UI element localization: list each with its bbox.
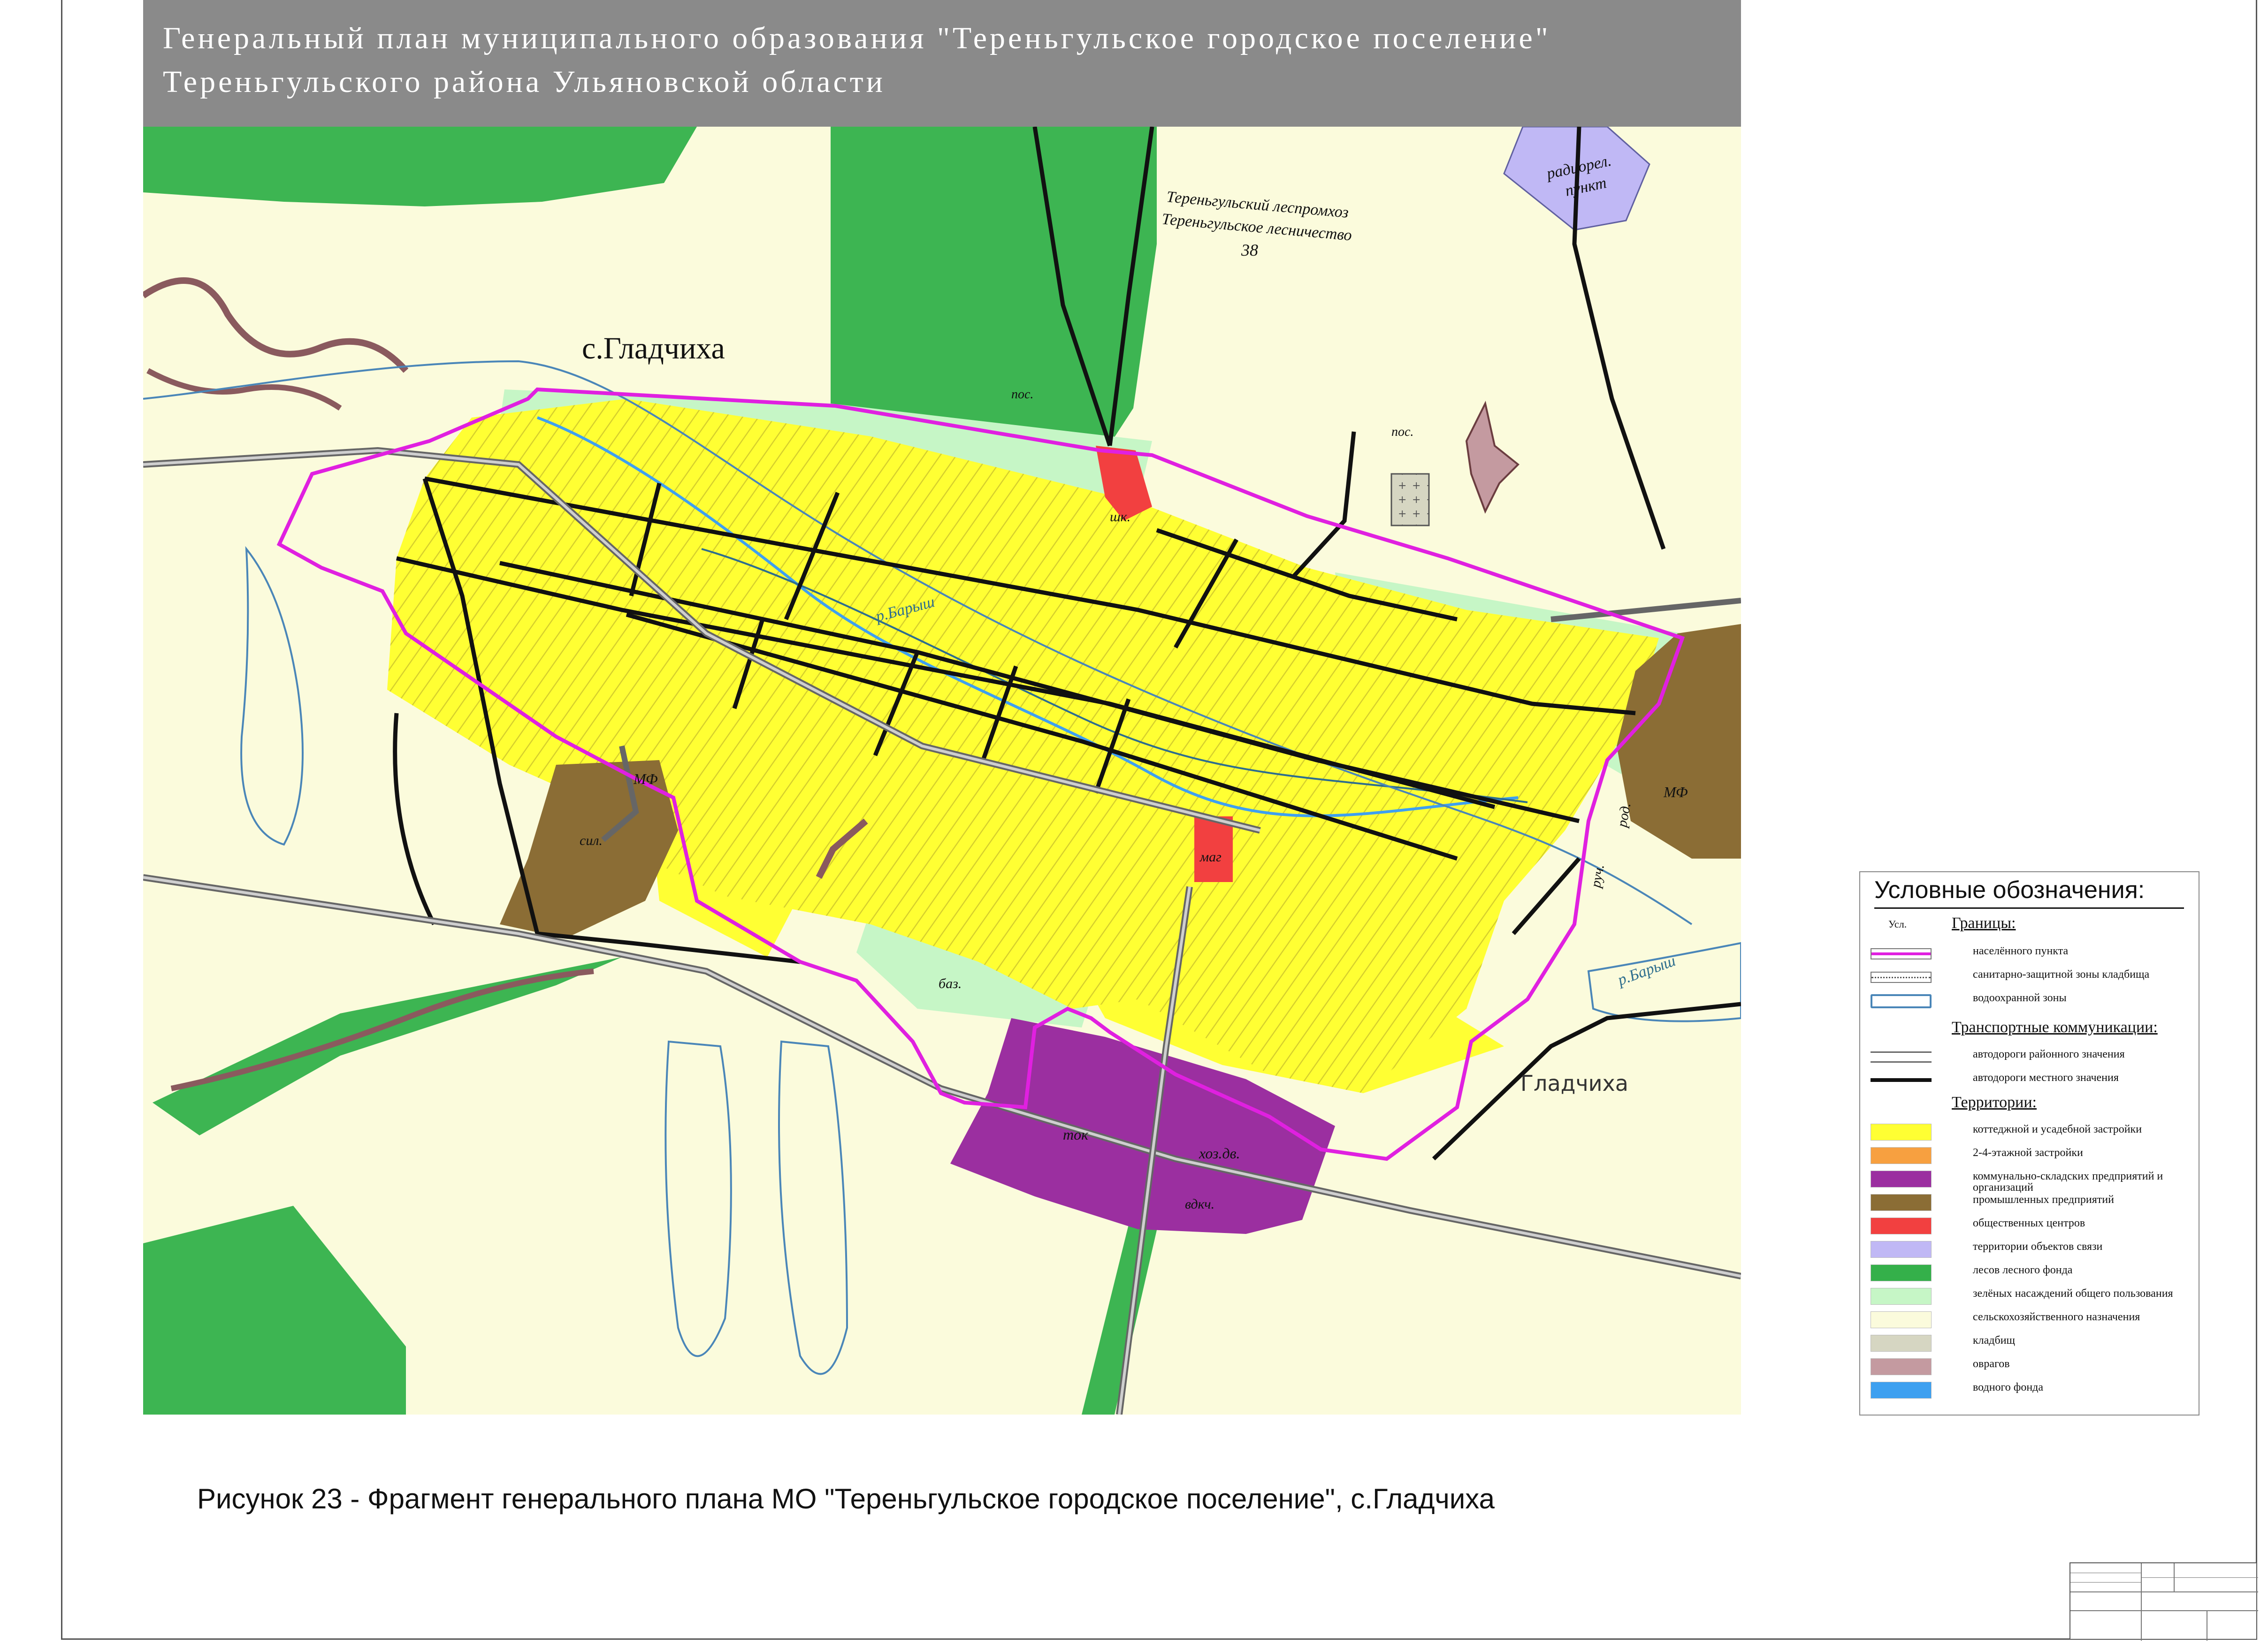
- legend-item: автодороги местного значения: [1860, 1069, 2198, 1090]
- legend-swatch: [1871, 1051, 1932, 1063]
- legend-swatch: [1871, 972, 1932, 983]
- legend-label: населённого пункта: [1973, 945, 2069, 957]
- legend-item: промышленных предприятий: [1860, 1191, 2198, 1212]
- forest-area: [143, 127, 697, 206]
- legend-item: оврагов: [1860, 1355, 2198, 1376]
- legend-swatch: [1871, 1147, 1932, 1164]
- legend-label: коммунально-складских предприятий и орга…: [1973, 1170, 2163, 1194]
- legend-label: водоохранной зоны: [1973, 992, 2067, 1004]
- legend-label: зелёных насаждений общего пользования: [1973, 1287, 2173, 1300]
- figure-caption: Рисунок 23 - Фрагмент генерального плана…: [197, 1483, 1495, 1515]
- village-map-label: Гладчиха: [1520, 1071, 1628, 1096]
- legend-label: территории объектов связи: [1973, 1241, 2103, 1253]
- ravine: [143, 277, 409, 373]
- legend-section-territories: Территории:: [1952, 1094, 2037, 1111]
- legend-section-transport: Транспортные коммуникации:: [1952, 1019, 2158, 1036]
- map-legend: Условные обозначения: Усл. Границы: насе…: [1859, 871, 2199, 1416]
- shop-label: маг: [1200, 849, 1222, 865]
- legend-label: автодороги местного значения: [1973, 1072, 2119, 1084]
- legend-label: коттеджной и усадебной застройки: [1973, 1123, 2142, 1135]
- legend-label: промышленных предприятий: [1973, 1194, 2114, 1206]
- title-line-2: Тереньгульского района Ульяновской облас…: [163, 65, 886, 99]
- legend-swatch: [1871, 1194, 1932, 1211]
- legend-label: лесов лесного фонда: [1973, 1264, 2073, 1276]
- legend-swatch: [1871, 948, 1932, 959]
- legend-item: лесов лесного фонда: [1860, 1262, 2198, 1282]
- legend-swatch: [1871, 1382, 1932, 1399]
- legend-item: водоохранной зоны: [1860, 989, 2198, 1010]
- title-bar: Генеральный план муниципального образова…: [143, 0, 1741, 127]
- legend-label: автодороги районного значения: [1973, 1048, 2125, 1060]
- legend-label: сельскохозяйственного назначения: [1973, 1311, 2140, 1323]
- settlement-label: пос.: [1011, 387, 1034, 402]
- legend-label: санитарно-защитной зоны кладбища: [1973, 968, 2150, 981]
- water-protection-zone: [778, 1040, 848, 1375]
- legend-label: общественных центров: [1973, 1217, 2085, 1229]
- legend-item: водного фонда: [1860, 1379, 2198, 1400]
- forest-number-label: 38: [1241, 241, 1258, 259]
- legend-item: территории объектов связи: [1860, 1238, 2198, 1259]
- village-title-label: с.Гладчиха: [582, 331, 725, 365]
- legend-item: 2-4-этажной застройки: [1860, 1144, 2198, 1165]
- legend-swatch: [1871, 1311, 1932, 1328]
- legend-item: кладбищ: [1860, 1332, 2198, 1353]
- forest-area: [143, 1206, 406, 1415]
- map-canvas: +: [143, 127, 1741, 1415]
- mf-label: МФ: [634, 770, 658, 787]
- school-label: шк.: [1110, 509, 1131, 525]
- legend-item: сельскохозяйственного назначения: [1860, 1309, 2198, 1329]
- ravine: [1465, 401, 1520, 514]
- legend-swatch: [1871, 1218, 1932, 1234]
- water-protection-zone: [664, 1040, 732, 1357]
- legend-swatch: [1871, 1124, 1932, 1141]
- legend-label: водного фонда: [1973, 1381, 2044, 1393]
- legend-item: коммунально-складских предприятий и орга…: [1860, 1168, 2198, 1193]
- cemetery-zone: [1391, 474, 1429, 525]
- mf-label-2: МФ: [1664, 784, 1688, 800]
- legend-symbol-header: Усл.: [1888, 918, 1907, 930]
- silo-label: сил.: [580, 833, 603, 848]
- water-tower-label: вдкч.: [1185, 1196, 1215, 1212]
- legend-swatch: [1871, 1075, 1932, 1086]
- farm-yard-label: хоз.дв.: [1199, 1145, 1240, 1162]
- legend-title: Условные обозначения:: [1874, 876, 2145, 904]
- legend-title-underline: [1874, 907, 2184, 909]
- legend-item: санитарно-защитной зоны кладбища: [1860, 966, 2198, 987]
- legend-item: автодороги районного значения: [1860, 1046, 2198, 1066]
- base-label: баз.: [939, 976, 962, 991]
- tok-label: ток: [1063, 1126, 1089, 1143]
- settlement-label-2: пос.: [1391, 425, 1414, 439]
- drawing-title-block: [2069, 1562, 2258, 1641]
- forest-area: [153, 957, 622, 1135]
- master-plan-map: +: [143, 127, 1741, 1415]
- legend-swatch: [1871, 994, 1932, 1008]
- legend-label: 2-4-этажной застройки: [1973, 1147, 2083, 1159]
- legend-item: общественных центров: [1860, 1215, 2198, 1235]
- legend-swatch: [1871, 1171, 1932, 1187]
- legend-swatch: [1871, 1335, 1932, 1352]
- title-line-1: Генеральный план муниципального образова…: [163, 21, 1551, 55]
- legend-label: оврагов: [1973, 1358, 2010, 1370]
- legend-item: населённого пункта: [1860, 943, 2198, 963]
- water-protection-zone: [240, 546, 304, 846]
- legend-swatch: [1871, 1358, 1932, 1375]
- legend-section-borders: Границы:: [1952, 914, 2016, 932]
- legend-item: коттеджной и усадебной застройки: [1860, 1121, 2198, 1142]
- legend-item: зелёных насаждений общего пользования: [1860, 1285, 2198, 1306]
- legend-swatch: [1871, 1288, 1932, 1305]
- legend-label: кладбищ: [1973, 1334, 2016, 1347]
- legend-swatch: [1871, 1241, 1932, 1258]
- legend-swatch: [1871, 1264, 1932, 1281]
